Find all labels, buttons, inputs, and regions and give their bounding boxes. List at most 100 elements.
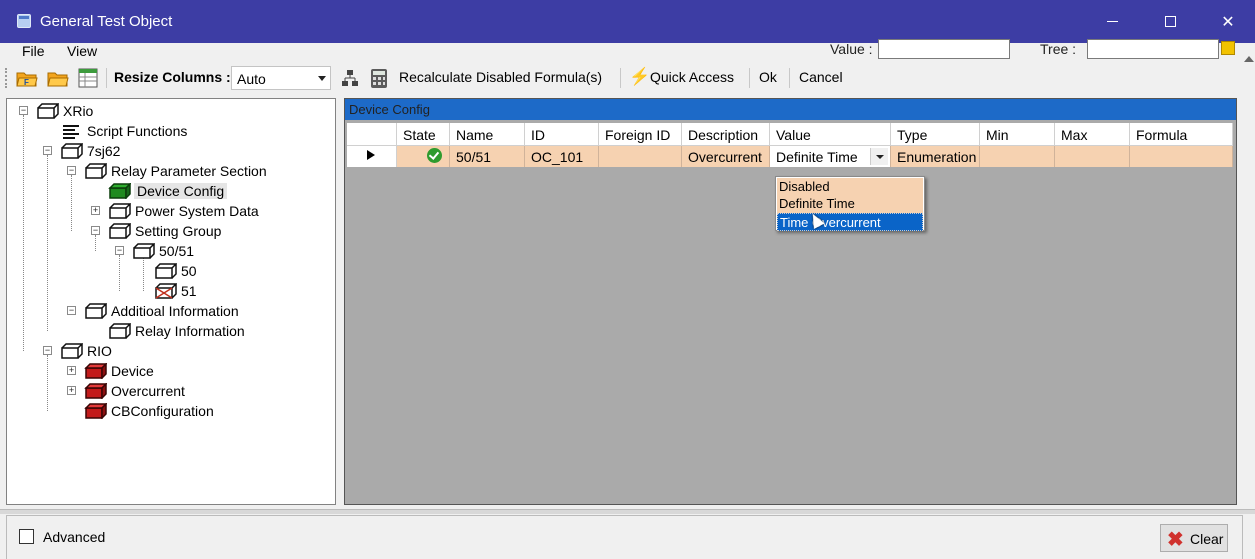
min-cell[interactable]: [980, 146, 1055, 167]
id-cell[interactable]: OC_101: [525, 146, 599, 167]
splitter[interactable]: [0, 509, 1255, 514]
folder-cube-icon: [133, 243, 155, 259]
resize-columns-value: Auto: [237, 71, 266, 87]
collapse-icon[interactable]: −: [67, 166, 76, 175]
folder-cube-icon: [85, 303, 107, 319]
device-config-title: Device Config: [349, 102, 430, 117]
column-header-name[interactable]: Name: [450, 123, 525, 146]
lightning-icon: ⚡: [629, 67, 651, 86]
dropdown-option-definite-time[interactable]: Definite Time: [777, 195, 923, 213]
collapse-icon[interactable]: −: [115, 246, 124, 255]
toolbar-separator: [106, 68, 107, 88]
collapse-icon[interactable]: −: [19, 106, 28, 115]
column-header-description[interactable]: Description: [682, 123, 770, 146]
row-selector[interactable]: [347, 146, 397, 167]
column-header-type[interactable]: Type: [891, 123, 980, 146]
menu-bar: File View Value : Tree :: [0, 39, 1255, 61]
column-header-foreign-id[interactable]: Foreign ID: [599, 123, 682, 146]
tree-node-label: 51: [181, 283, 197, 299]
value-cell[interactable]: Definite Time: [770, 146, 891, 167]
maximize-button[interactable]: [1140, 0, 1200, 43]
disabled-cube-icon: [155, 283, 177, 299]
tree-node-label: 7sj62: [87, 143, 121, 159]
value-search-input[interactable]: [878, 39, 1010, 59]
close-icon: ✕: [1221, 13, 1235, 31]
clear-button[interactable]: ✖ Clear: [1160, 524, 1228, 552]
table-view-icon[interactable]: [77, 67, 99, 89]
dropdown-option-disabled[interactable]: Disabled: [777, 178, 923, 196]
value-search-label: Value :: [830, 41, 873, 57]
column-header-min[interactable]: Min: [980, 123, 1055, 146]
expand-icon[interactable]: +: [91, 206, 100, 215]
folder-cube-red-icon: [84, 363, 107, 379]
column-header-state[interactable]: State: [397, 123, 450, 146]
device-config-panel: Device Config State Name ID Foreign ID D…: [344, 98, 1237, 505]
calculator-icon[interactable]: [368, 67, 390, 89]
dropdown-option-time-overcurrent[interactable]: Time Overcurrent: [777, 213, 923, 231]
description-cell[interactable]: Overcurrent: [682, 146, 770, 167]
toolbar-grip[interactable]: [5, 68, 8, 88]
advanced-label[interactable]: Advanced: [43, 529, 105, 545]
column-header-id[interactable]: ID: [525, 123, 599, 146]
tree-search-input[interactable]: [1087, 39, 1219, 59]
folder-cube-icon: [61, 343, 83, 359]
lock-icon[interactable]: [1221, 41, 1235, 55]
menu-view[interactable]: View: [67, 43, 97, 59]
open-folder-icon[interactable]: F: [16, 67, 38, 89]
advanced-checkbox[interactable]: [19, 529, 34, 544]
tree-connector: [23, 115, 24, 351]
collapse-icon[interactable]: −: [43, 146, 52, 155]
name-cell[interactable]: 50/51: [450, 146, 525, 167]
current-row-arrow-icon: [367, 150, 375, 160]
resize-columns-select[interactable]: Auto: [231, 66, 331, 90]
table-row[interactable]: 50/51 OC_101 Overcurrent Definite Time E…: [347, 146, 1233, 167]
minimize-button[interactable]: [1082, 0, 1142, 43]
folder-cube-green-icon: [108, 183, 131, 199]
chevron-down-icon[interactable]: [870, 148, 888, 165]
clear-x-icon: ✖: [1167, 529, 1184, 551]
tree-connector: [143, 255, 144, 291]
foreign-id-cell[interactable]: [599, 146, 682, 167]
tree-node-label: Relay Parameter Section: [111, 163, 267, 179]
value-dropdown-list[interactable]: Disabled Definite Time Time Overcurrent: [775, 176, 925, 231]
value-cell-text: Definite Time: [776, 149, 858, 165]
open-file-icon[interactable]: [47, 67, 69, 89]
expand-icon[interactable]: +: [67, 386, 76, 395]
state-cell: [397, 146, 450, 167]
close-button[interactable]: ✕: [1198, 0, 1255, 43]
tree-search-label: Tree :: [1040, 41, 1077, 57]
tree-node-label: Power System Data: [135, 203, 259, 219]
hierarchy-icon[interactable]: [339, 67, 361, 89]
formula-cell[interactable]: [1130, 146, 1233, 167]
tree-panel[interactable]: − XRio Script Functions − 7sj62 − Relay …: [6, 98, 336, 505]
recalculate-button[interactable]: Recalculate Disabled Formula(s): [399, 69, 602, 85]
cancel-button[interactable]: Cancel: [799, 69, 843, 85]
menu-file[interactable]: File: [22, 43, 45, 59]
folder-cube-red-icon: [84, 383, 107, 399]
column-header-max[interactable]: Max: [1055, 123, 1130, 146]
tree-node-label: Overcurrent: [111, 383, 185, 399]
minimize-icon: [1106, 21, 1118, 22]
list-icon: [63, 125, 79, 139]
folder-cube-icon: [109, 223, 131, 239]
app-icon: [17, 14, 31, 28]
type-cell[interactable]: Enumeration: [891, 146, 980, 167]
clear-button-label: Clear: [1190, 531, 1224, 547]
collapse-icon[interactable]: −: [91, 226, 100, 235]
ok-button[interactable]: Ok: [759, 69, 777, 85]
column-header-row-selector: [347, 123, 397, 146]
tree-connector: [47, 155, 48, 331]
folder-cube-icon: [109, 323, 131, 339]
tree-node-label: XRio: [63, 103, 94, 119]
column-header-value[interactable]: Value: [770, 123, 891, 146]
title-bar: General Test Object ✕: [0, 0, 1255, 43]
quick-access-button[interactable]: Quick Access: [650, 69, 734, 85]
expand-icon[interactable]: +: [67, 366, 76, 375]
toolbar: F Resize Columns : Auto Recalculate Disa…: [0, 61, 1255, 95]
column-header-formula[interactable]: Formula: [1130, 123, 1233, 146]
window-scrollbar[interactable]: [1243, 43, 1255, 559]
folder-cube-red-icon: [84, 403, 107, 419]
max-cell[interactable]: [1055, 146, 1130, 167]
collapse-icon[interactable]: −: [43, 346, 52, 355]
collapse-icon[interactable]: −: [67, 306, 76, 315]
